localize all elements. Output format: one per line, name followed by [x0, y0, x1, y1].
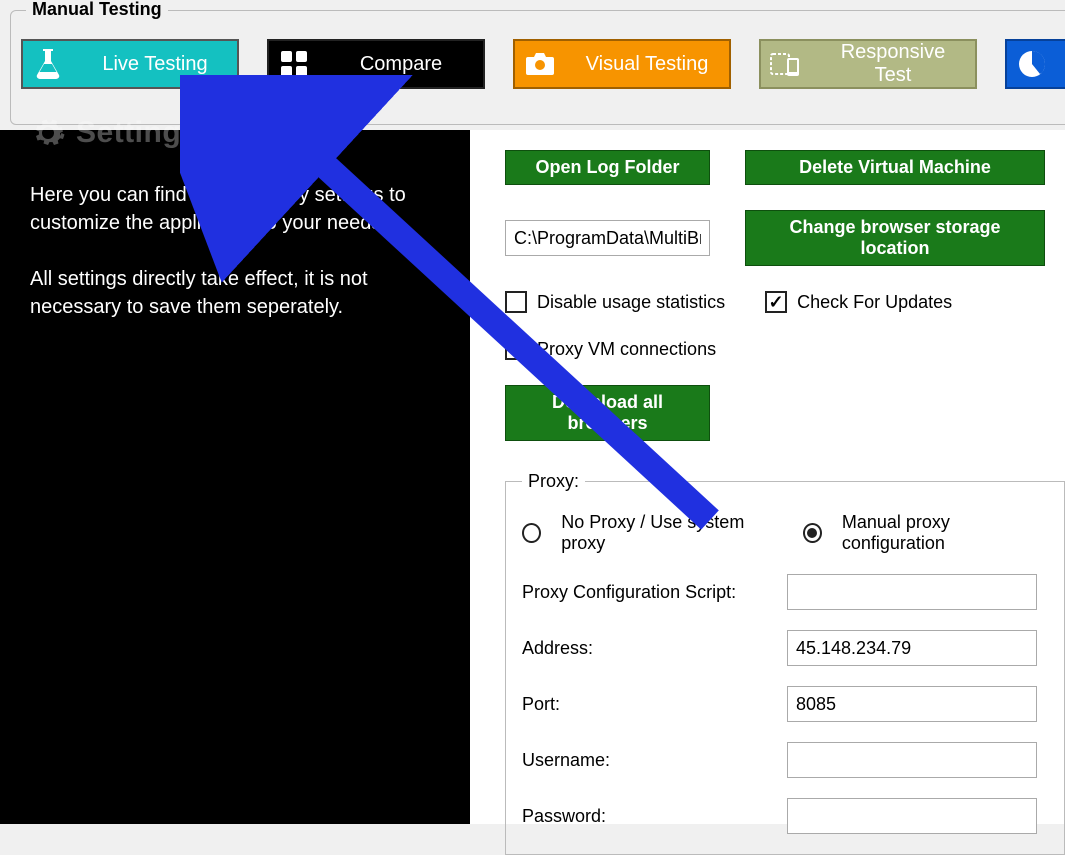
disable-stats-row: Disable usage statistics	[505, 291, 725, 313]
disable-stats-label: Disable usage statistics	[537, 292, 725, 313]
proxy-legend: Proxy:	[522, 471, 585, 492]
visual-testing-label: Visual Testing	[565, 53, 729, 76]
no-proxy-radio[interactable]	[522, 523, 541, 543]
proxy-address-input[interactable]	[787, 630, 1037, 666]
change-storage-location-button[interactable]: Change browser storage location	[745, 210, 1045, 266]
proxy-vm-row: Proxy VM connections	[505, 338, 716, 360]
visual-testing-button[interactable]: Visual Testing	[513, 39, 731, 89]
content-area: Settings Here you can find all necessary…	[0, 130, 1065, 824]
responsive-test-button[interactable]: Responsive Test	[759, 39, 977, 89]
proxy-password-input[interactable]	[787, 798, 1037, 834]
proxy-vm-label: Proxy VM connections	[537, 339, 716, 360]
responsive-test-label: Responsive Test	[811, 41, 975, 87]
delete-vm-button[interactable]: Delete Virtual Machine	[745, 150, 1045, 185]
open-log-folder-button[interactable]: Open Log Folder	[505, 150, 710, 185]
proxy-username-input[interactable]	[787, 742, 1037, 778]
proxy-port-input[interactable]	[787, 686, 1037, 722]
proxy-password-label: Password:	[522, 806, 787, 827]
sidebar: Settings Here you can find all necessary…	[0, 130, 470, 824]
no-proxy-label: No Proxy / Use system proxy	[561, 512, 782, 554]
compare-button[interactable]: Compare	[267, 39, 485, 89]
storage-path-input[interactable]	[505, 220, 710, 256]
check-updates-row: Check For Updates	[765, 291, 952, 313]
sidebar-title-row: Settings	[30, 115, 440, 151]
check-updates-label: Check For Updates	[797, 292, 952, 313]
manual-proxy-label: Manual proxy configuration	[842, 512, 1048, 554]
manual-proxy-radio[interactable]	[803, 523, 822, 543]
proxy-vm-checkbox[interactable]	[505, 338, 527, 360]
proxy-username-label: Username:	[522, 750, 787, 771]
more-label: P	[1057, 53, 1065, 76]
main-panel: Open Log Folder Delete Virtual Machine C…	[470, 130, 1065, 824]
compare-label: Compare	[319, 53, 483, 76]
proxy-address-label: Address:	[522, 638, 787, 659]
download-all-browsers-button[interactable]: Download all browsers	[505, 385, 710, 441]
grid-icon	[269, 39, 319, 89]
more-button[interactable]: P	[1005, 39, 1065, 89]
group-label: Manual Testing	[26, 0, 168, 20]
gear-icon	[30, 115, 66, 151]
flask-icon	[23, 39, 73, 89]
check-updates-checkbox[interactable]	[765, 291, 787, 313]
proxy-port-label: Port:	[522, 694, 787, 715]
sidebar-text-1: Here you can find all necessary settings…	[30, 181, 440, 237]
pie-chart-icon	[1007, 39, 1057, 89]
proxy-script-label: Proxy Configuration Script:	[522, 582, 787, 603]
proxy-fieldset: Proxy: No Proxy / Use system proxy Manua…	[505, 471, 1065, 855]
devices-icon	[761, 39, 811, 89]
sidebar-title: Settings	[76, 116, 198, 150]
camera-icon	[515, 39, 565, 89]
live-testing-label: Live Testing	[73, 53, 237, 76]
proxy-radio-row: No Proxy / Use system proxy Manual proxy…	[522, 512, 1048, 554]
proxy-script-input[interactable]	[787, 574, 1037, 610]
manual-testing-group: Manual Testing Live Testing Compare Visu…	[10, 10, 1065, 125]
sidebar-text-2: All settings directly take effect, it is…	[30, 265, 440, 321]
disable-stats-checkbox[interactable]	[505, 291, 527, 313]
live-testing-button[interactable]: Live Testing	[21, 39, 239, 89]
toolbar: Live Testing Compare Visual Testing Resp…	[21, 39, 1065, 89]
